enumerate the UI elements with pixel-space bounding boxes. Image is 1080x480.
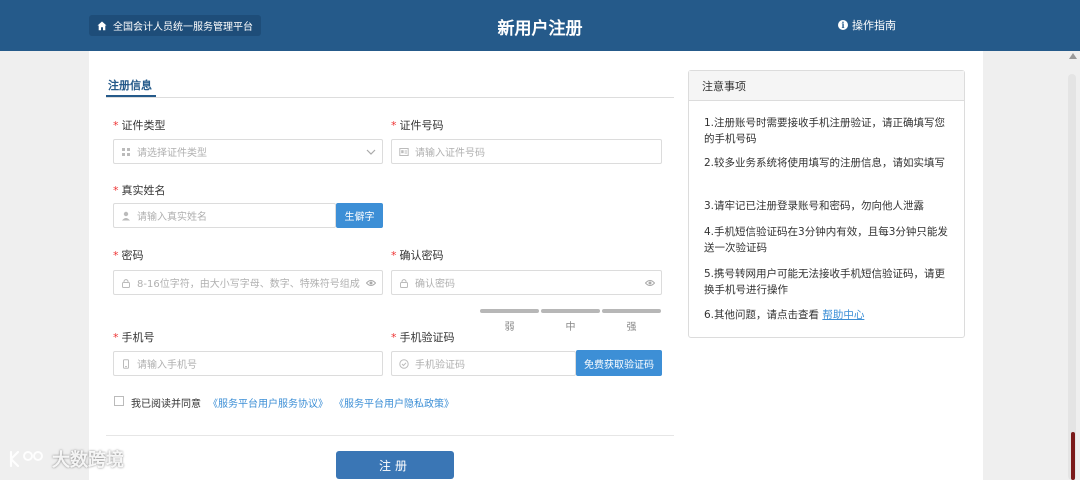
help-center-link[interactable]: 帮助中心 (822, 309, 864, 321)
strength-label-strong: 强 (626, 322, 637, 333)
get-sms-code-button[interactable]: 免费获取验证码 (576, 350, 662, 376)
password-label-text: 密码 (121, 249, 144, 262)
grid-icon (122, 147, 130, 156)
password-label: * 密码 (113, 247, 144, 263)
real-name-label-text: 真实姓名 (121, 184, 166, 197)
required-mark: * (113, 119, 119, 132)
sms-code-input[interactable]: 手机验证码 (391, 351, 576, 376)
phone-placeholder: 请输入手机号 (137, 360, 197, 371)
notice-item-help-prefix: 6.其他问题，请点击查看 (704, 309, 823, 321)
scroll-up-arrow[interactable] (1069, 53, 1077, 59)
id-number-input[interactable]: 请输入证件号码 (391, 139, 662, 164)
notice-item: 1.注册账号时需要接收手机注册验证，请正确填写您的手机号码 (704, 117, 946, 145)
notice-item: 5.携号转网用户可能无法接收手机短信验证码，请更换手机号进行操作 (704, 268, 946, 296)
notice-item: 2.较多业务系统将使用填写的注册信息，请如实填写 (704, 157, 946, 169)
id-number-placeholder: 请输入证件号码 (415, 148, 485, 159)
sms-code-label-text: 手机验证码 (399, 331, 455, 344)
notice-item: 3.请牢记已注册登录账号和密码，勿向他人泄露 (704, 200, 925, 212)
privacy-policy-link[interactable]: 《服务平台用户隐私政策》 (334, 395, 454, 410)
check-circle-icon (399, 358, 409, 369)
chevron-down-icon (366, 149, 376, 155)
notice-item: 4.手机短信验证码在3分钟内有效，且每3分钟只能发送一次验证码 (704, 226, 948, 254)
password-placeholder: 8-16位字符，由大小写字母、数字、特殊符号组成 (137, 279, 360, 290)
strength-bar-weak (480, 309, 539, 313)
notice-item-help: 6.其他问题，请点击查看 帮助中心 (704, 307, 954, 323)
form-divider (106, 435, 674, 436)
id-card-icon (399, 147, 409, 156)
real-name-placeholder: 请输入真实姓名 (137, 212, 207, 223)
required-mark: * (391, 249, 397, 262)
watermark-logo-icon (9, 450, 43, 468)
eye-icon[interactable] (645, 278, 655, 288)
password-input[interactable]: 8-16位字符，由大小写字母、数字、特殊符号组成 (113, 270, 383, 295)
scrollbar-track[interactable] (1068, 74, 1076, 480)
id-type-placeholder: 请选择证件类型 (137, 148, 207, 159)
required-mark: * (391, 331, 397, 344)
info-icon: i (838, 20, 848, 30)
strength-label-medium: 中 (565, 322, 576, 333)
id-type-select[interactable]: 请选择证件类型 (113, 139, 383, 164)
service-agreement-link[interactable]: 《服务平台用户服务协议》 (208, 395, 328, 410)
mobile-phone-icon (123, 358, 129, 369)
notice-title: 注意事项 (689, 71, 964, 101)
guide-link[interactable]: i 操作指南 (838, 17, 896, 33)
sms-code-label: * 手机验证码 (391, 329, 455, 345)
phone-input[interactable]: 请输入手机号 (113, 351, 383, 376)
id-number-label: * 证件号码 (391, 117, 444, 133)
real-name-input[interactable]: 请输入真实姓名 (113, 203, 336, 228)
watermark-text: 大数跨境 (52, 450, 124, 471)
rare-char-button[interactable]: 生僻字 (336, 203, 383, 228)
agree-text: 我已阅读并同意 (131, 399, 201, 410)
strength-label-weak: 弱 (504, 322, 515, 333)
eye-icon[interactable] (366, 278, 376, 288)
id-type-label-text: 证件类型 (121, 119, 166, 132)
required-mark: * (113, 331, 119, 344)
register-button[interactable]: 注册 (336, 451, 454, 479)
page-title: 新用户注册 (497, 19, 583, 39)
sms-code-placeholder: 手机验证码 (415, 360, 465, 371)
confirm-password-label: * 确认密码 (391, 247, 444, 263)
confirm-password-label-text: 确认密码 (399, 249, 444, 262)
required-mark: * (113, 184, 119, 197)
guide-label: 操作指南 (852, 19, 896, 32)
tab-registration-info[interactable]: 注册信息 (108, 77, 152, 93)
user-icon (122, 211, 130, 220)
phone-label-text: 手机号 (121, 331, 155, 344)
agree-checkbox[interactable] (114, 396, 124, 406)
scrollbar-thumb[interactable] (1071, 432, 1075, 480)
notice-panel: 注意事项 1.注册账号时需要接收手机注册验证，请正确填写您的手机号码 2.较多业… (688, 70, 965, 338)
strength-bar-medium (541, 309, 600, 313)
confirm-password-placeholder: 确认密码 (415, 279, 455, 290)
real-name-label: * 真实姓名 (113, 182, 166, 198)
lock-icon (400, 278, 408, 288)
top-header: 全国会计人员统一服务管理平台 新用户注册 i 操作指南 (0, 0, 1080, 51)
strength-bar-strong (602, 309, 661, 313)
required-mark: * (113, 249, 119, 262)
confirm-password-input[interactable]: 确认密码 (391, 270, 662, 295)
id-type-label: * 证件类型 (113, 117, 166, 133)
id-number-label-text: 证件号码 (399, 119, 444, 132)
required-mark: * (391, 119, 397, 132)
tab-divider (106, 97, 674, 98)
lock-icon (122, 278, 130, 288)
watermark: 大数跨境 (8, 446, 124, 472)
phone-label: * 手机号 (113, 329, 155, 345)
